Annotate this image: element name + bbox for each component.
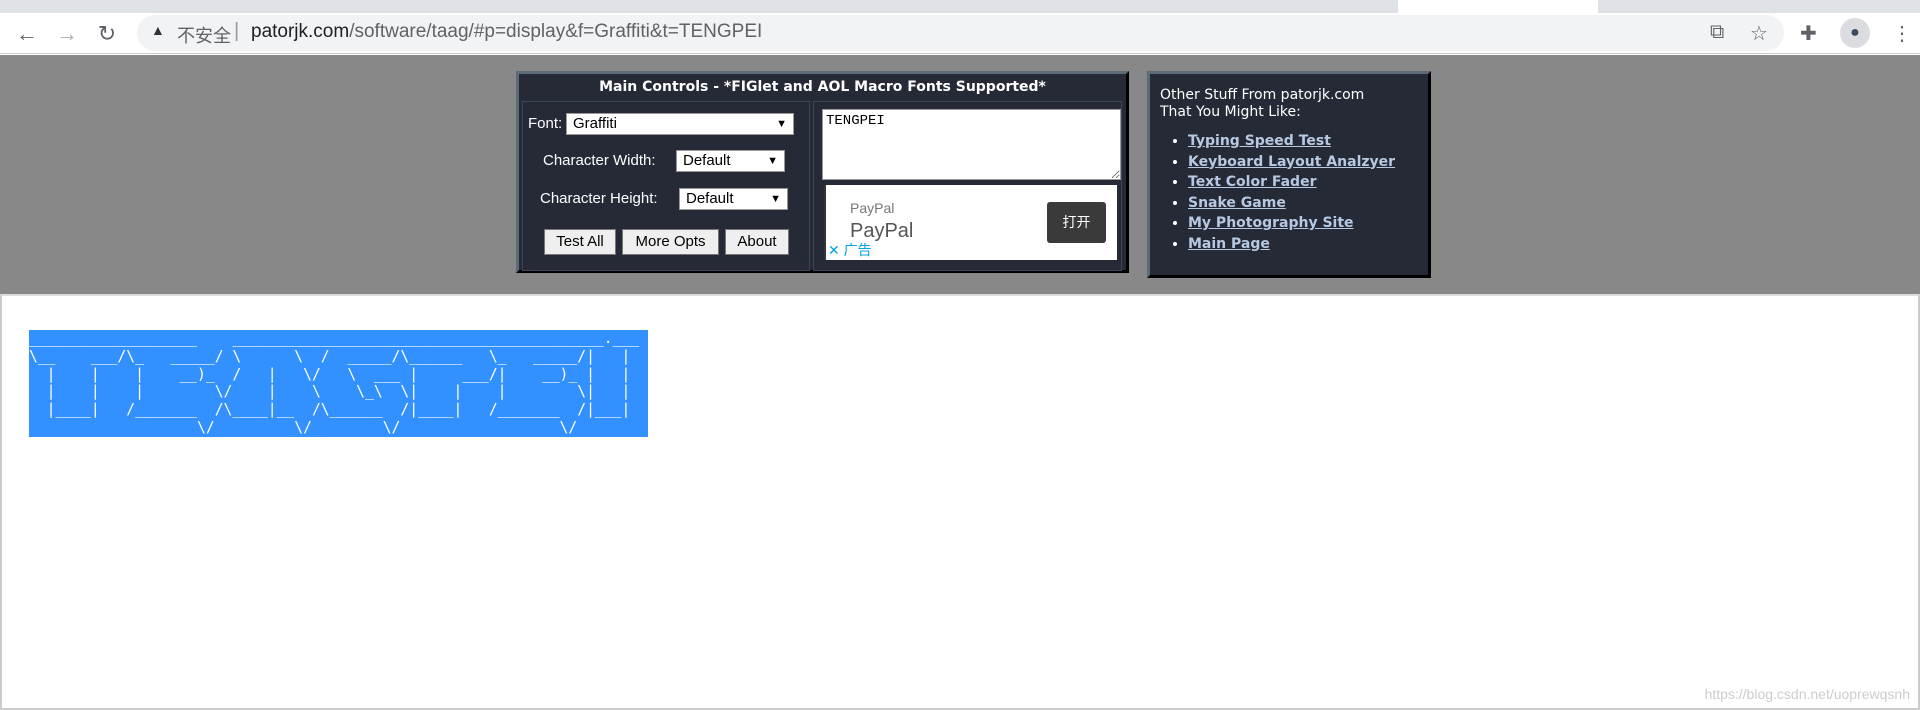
- insecure-label: 不安全: [177, 26, 231, 46]
- url-text[interactable]: patorjk.com/software/taag/#p=display&f=G…: [251, 21, 762, 43]
- links-list: Typing Speed Test Keyboard Layout Analzy…: [1188, 131, 1428, 254]
- width-label: Character Width:: [543, 152, 656, 169]
- puzzle-extension-icon[interactable]: ✚: [1800, 21, 1817, 46]
- controls-left: Font: Graffiti ▼ Character Width: Default…: [522, 101, 810, 271]
- more-opts-button[interactable]: More Opts: [622, 229, 719, 255]
- main-controls-panel: Main Controls - *FIGlet and AOL Macro Fo…: [516, 71, 1129, 273]
- forward-arrow-icon[interactable]: →: [52, 19, 82, 49]
- url-path: /software/taag/#p=display&f=Graffiti&t=T…: [349, 21, 763, 42]
- font-label: Font:: [528, 115, 563, 132]
- output-area: ___________________ ____________________…: [0, 294, 1920, 710]
- link-text-color-fader[interactable]: Text Color Fader: [1188, 174, 1316, 190]
- other-heading: Other Stuff From patorjk.com: [1160, 87, 1365, 103]
- address-bar[interactable]: ▲ 不安全 | patorjk.com/software/taag/#p=dis…: [137, 15, 1784, 51]
- panel-title: Main Controls - *FIGlet and AOL Macro Fo…: [599, 79, 1046, 95]
- controls-right: TENGPEI PayPal PayPal 打开 ✕ 广告: [813, 101, 1122, 271]
- url-domain: patorjk.com: [251, 21, 350, 42]
- link-typing-speed-test[interactable]: Typing Speed Test: [1188, 133, 1331, 149]
- text-input[interactable]: TENGPEI: [822, 109, 1121, 180]
- list-item: Typing Speed Test: [1188, 131, 1428, 152]
- translate-icon[interactable]: ⧉: [1710, 21, 1724, 44]
- list-item: Text Color Fader: [1188, 172, 1428, 193]
- divider: |: [234, 20, 240, 42]
- height-label: Character Height:: [540, 190, 658, 207]
- chevron-down-icon: ▼: [776, 118, 787, 130]
- ascii-art-output[interactable]: ___________________ ____________________…: [29, 330, 648, 437]
- tab-strip: [0, 0, 1920, 13]
- warning-triangle-icon[interactable]: ▲: [151, 22, 165, 38]
- ad-brand-small: PayPal: [850, 200, 895, 216]
- browser-toolbar: ← → ↻ ▲ 不安全 | patorjk.com/software/taag/…: [0, 13, 1920, 54]
- chevron-down-icon: ▼: [770, 193, 781, 205]
- ad-close-icon[interactable]: ✕ 广告: [828, 240, 872, 260]
- link-snake-game[interactable]: Snake Game: [1188, 195, 1286, 211]
- list-item: Snake Game: [1188, 193, 1428, 214]
- link-photography[interactable]: My Photography Site: [1188, 215, 1354, 231]
- other-stuff-panel: Other Stuff From patorjk.com That You Mi…: [1147, 71, 1431, 278]
- ad-banner[interactable]: PayPal PayPal 打开 ✕ 广告: [824, 185, 1117, 260]
- list-item: My Photography Site: [1188, 213, 1428, 234]
- star-icon[interactable]: ☆: [1750, 21, 1768, 46]
- width-select[interactable]: Default ▼: [676, 150, 785, 172]
- chevron-down-icon: ▼: [767, 155, 778, 167]
- other-subheading: That You Might Like:: [1160, 104, 1301, 120]
- kebab-menu-icon[interactable]: ⋮: [1892, 21, 1912, 46]
- font-select[interactable]: Graffiti ▼: [566, 113, 794, 135]
- font-value: Graffiti: [573, 115, 617, 132]
- height-value: Default: [686, 190, 734, 207]
- active-tab[interactable]: [1398, 0, 1598, 13]
- link-main-page[interactable]: Main Page: [1188, 236, 1270, 252]
- width-value: Default: [683, 152, 731, 169]
- test-all-button[interactable]: Test All: [544, 229, 616, 255]
- reload-icon[interactable]: ↻: [92, 19, 122, 49]
- back-arrow-icon[interactable]: ←: [12, 19, 42, 49]
- list-item: Keyboard Layout Analzyer: [1188, 152, 1428, 173]
- profile-icon[interactable]: ●: [1840, 18, 1870, 48]
- watermark: https://blog.csdn.net/uoprewqsnh: [1704, 686, 1910, 702]
- height-select[interactable]: Default ▼: [679, 188, 788, 210]
- link-keyboard-layout[interactable]: Keyboard Layout Analzyer: [1188, 154, 1395, 170]
- about-button[interactable]: About: [725, 229, 789, 255]
- list-item: Main Page: [1188, 234, 1428, 255]
- ad-open-button[interactable]: 打开: [1047, 202, 1106, 243]
